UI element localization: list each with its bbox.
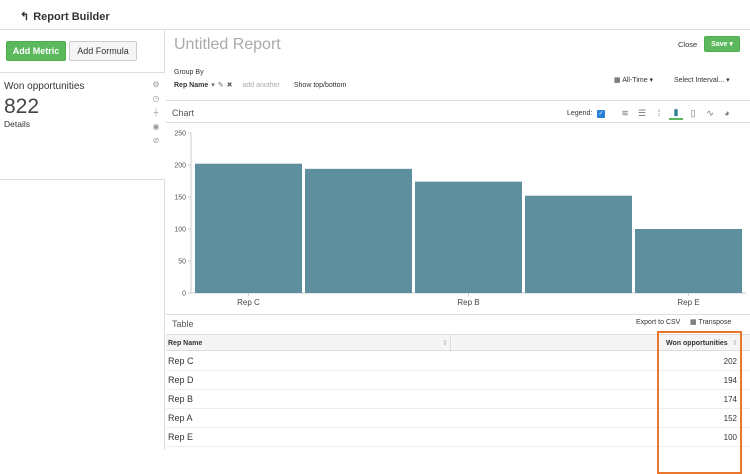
transpose-label: Transpose <box>698 319 732 326</box>
y-tick-label: 100 <box>174 227 186 234</box>
cell-won-opportunities: 152 <box>723 414 737 423</box>
table-panel-title: Table <box>172 319 194 329</box>
column-header-won-opportunities[interactable]: Won opportunities <box>666 335 728 352</box>
cell-rep-name: Rep D <box>168 375 194 385</box>
divider <box>166 314 750 315</box>
cell-rep-name: Rep B <box>168 394 194 404</box>
cell-won-opportunities: 202 <box>723 357 737 366</box>
settings-icon[interactable]: ⚙ <box>151 78 161 92</box>
top-bar: ↰ Report Builder <box>0 0 750 30</box>
cell-rep-name: Rep E <box>168 432 194 442</box>
column-divider <box>450 335 451 352</box>
table-row[interactable]: Rep D 194 <box>166 371 750 390</box>
report-main: Untitled Report Close Save ▾ Group By Rep… <box>166 30 750 474</box>
bar-rep-a[interactable] <box>525 195 632 293</box>
cell-won-opportunities: 100 <box>723 433 737 442</box>
remove-icon[interactable]: ⊘ <box>151 134 161 148</box>
bar-rep-b[interactable] <box>415 181 522 293</box>
y-tick-label: 150 <box>174 195 186 202</box>
metric-details-link[interactable]: Details <box>4 119 30 129</box>
cell-won-opportunities: 174 <box>723 395 737 404</box>
column-header-rep-name[interactable]: Rep Name <box>168 335 202 352</box>
cell-rep-name: Rep A <box>168 413 193 423</box>
transpose-button[interactable]: ▦ Transpose <box>690 318 731 326</box>
add-formula-button[interactable]: Add Formula <box>69 41 137 61</box>
cell-won-opportunities: 194 <box>723 376 737 385</box>
metric-value: 822 <box>4 95 40 118</box>
back-label: Report Builder <box>33 11 110 23</box>
metric-actions: ⚙ ◷ ⏚ ◉ ⊘ <box>151 78 161 148</box>
table-row[interactable]: Rep C 202 <box>166 352 750 371</box>
table-header: Rep Name ⇕ Won opportunities ⇕ <box>166 334 750 352</box>
x-tick-label: Rep E <box>677 298 699 307</box>
x-tick-label: Rep C <box>237 298 260 307</box>
y-tick-label: 50 <box>178 259 186 266</box>
filter-icon[interactable]: ⏚ <box>151 106 161 120</box>
grid-icon: ▦ <box>690 319 697 326</box>
y-tick-label: 200 <box>174 163 186 170</box>
time-icon[interactable]: ◷ <box>151 92 161 106</box>
y-tick-label: 250 <box>174 131 186 138</box>
back-arrow-icon: ↰ <box>20 11 30 23</box>
bar-chart: 0 50 100 150 200 250 Rep C Rep B Rep E <box>174 131 746 307</box>
metric-name: Won opportunities <box>4 81 85 92</box>
back-link[interactable]: ↰ Report Builder <box>20 10 110 23</box>
metric-card[interactable]: Won opportunities 822 Details ⚙ ◷ ⏚ ◉ ⊘ <box>0 72 165 180</box>
export-csv-button[interactable]: Export to CSV <box>636 319 680 326</box>
table-row[interactable]: Rep A 152 <box>166 409 750 428</box>
metrics-sidebar: Add Metric Add Formula Won opportunities… <box>0 30 165 450</box>
table-row[interactable]: Rep B 174 <box>166 390 750 409</box>
x-tick-label: Rep B <box>457 298 479 307</box>
bar-rep-d[interactable] <box>305 168 412 293</box>
table-row[interactable]: Rep E 100 <box>166 428 750 447</box>
bar-rep-c[interactable] <box>195 163 302 293</box>
sort-icon[interactable]: ⇕ <box>442 335 448 352</box>
y-tick-label: 0 <box>182 291 186 298</box>
add-metric-button[interactable]: Add Metric <box>6 41 66 61</box>
visibility-icon[interactable]: ◉ <box>151 120 161 134</box>
bar-rep-e[interactable] <box>635 229 742 293</box>
cell-rep-name: Rep C <box>168 356 194 366</box>
sort-icon[interactable]: ⇕ <box>732 335 738 352</box>
